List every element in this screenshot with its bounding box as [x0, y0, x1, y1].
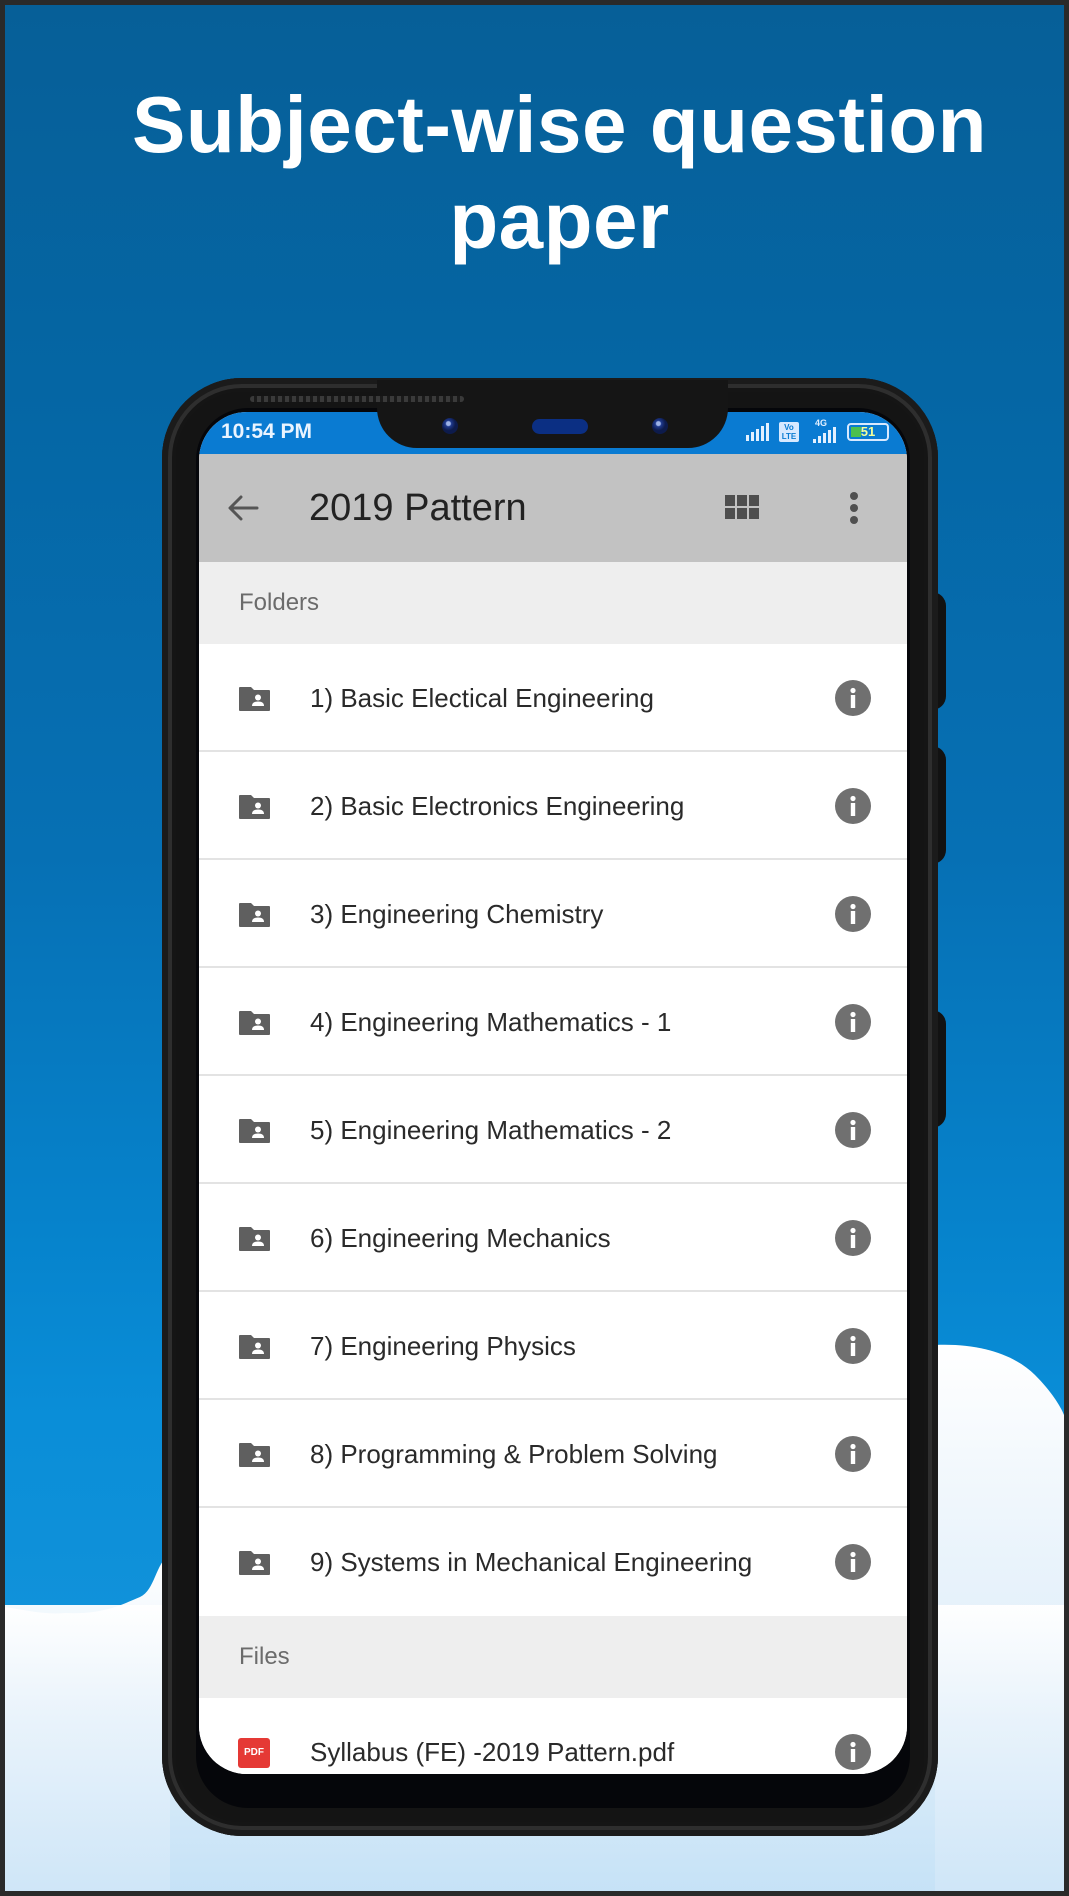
- folder-list-item[interactable]: 5) Engineering Mathematics - 2: [199, 1076, 907, 1184]
- folder-name: 5) Engineering Mathematics - 2: [310, 1115, 672, 1145]
- signal-4g-bars-icon: [813, 425, 836, 443]
- shared-folder-icon: [239, 1227, 270, 1251]
- more-options-button[interactable]: [839, 488, 869, 528]
- file-list-item[interactable]: PDF Syllabus (FE) -2019 Pattern.pdf: [199, 1698, 907, 1774]
- shared-folder-icon: [239, 1119, 270, 1143]
- folder-list-item[interactable]: 4) Engineering Mathematics - 1: [199, 968, 907, 1076]
- more-vert-icon: [850, 492, 858, 524]
- front-camera-right: [652, 418, 668, 434]
- volte-label-bottom: LTE: [781, 432, 797, 441]
- folders-section-header: Folders: [199, 562, 907, 644]
- promo-headline-line1: Subject-wise question: [131, 80, 988, 169]
- file-browser-list: Folders 1) Basic Electical Engineering 2…: [199, 562, 907, 1774]
- shared-folder-icon: [239, 1335, 270, 1359]
- grid-view-icon: [725, 495, 759, 519]
- files-section-header: Files: [199, 1616, 907, 1698]
- folder-name: 1) Basic Electical Engineering: [310, 683, 654, 713]
- info-icon[interactable]: [835, 1112, 871, 1148]
- info-icon[interactable]: [835, 1004, 871, 1040]
- page-title: 2019 Pattern: [309, 487, 527, 529]
- view-toggle-button[interactable]: [723, 492, 763, 524]
- app-toolbar: 2019 Pattern: [199, 454, 907, 562]
- info-icon[interactable]: [835, 1328, 871, 1364]
- info-icon[interactable]: [835, 1544, 871, 1580]
- folder-name: 8) Programming & Problem Solving: [310, 1439, 718, 1469]
- folder-list-item[interactable]: 9) Systems in Mechanical Engineering: [199, 1508, 907, 1616]
- folder-list-item[interactable]: 1) Basic Electical Engineering: [199, 644, 907, 752]
- folder-name: 4) Engineering Mathematics - 1: [310, 1007, 672, 1037]
- folder-list-item[interactable]: 6) Engineering Mechanics: [199, 1184, 907, 1292]
- back-button[interactable]: [223, 488, 263, 528]
- volte-label-top: Vo: [784, 423, 794, 432]
- status-time: 10:54 PM: [221, 420, 313, 443]
- folder-name: 7) Engineering Physics: [310, 1331, 576, 1361]
- promo-headline-line2: paper: [449, 176, 670, 265]
- pdf-icon: PDF: [238, 1738, 270, 1768]
- folder-list: 1) Basic Electical Engineering 2) Basic …: [199, 644, 907, 1616]
- shared-folder-icon: [239, 903, 270, 927]
- front-camera-left: [442, 418, 458, 434]
- shared-folder-icon: [239, 687, 270, 711]
- info-icon[interactable]: [835, 1220, 871, 1256]
- arrow-back-icon: [228, 495, 259, 521]
- folder-list-item[interactable]: 7) Engineering Physics: [199, 1292, 907, 1400]
- folder-list-item[interactable]: 3) Engineering Chemistry: [199, 860, 907, 968]
- info-icon[interactable]: [835, 1436, 871, 1472]
- signal-icon: [746, 423, 769, 441]
- phone-screen: 10:54 PM Vo LTE 4G 51 2019 Pattern Folde…: [199, 412, 907, 1774]
- network-4g-icon: 4G: [809, 418, 837, 443]
- shared-folder-icon: [239, 1551, 270, 1575]
- shared-folder-icon: [239, 1443, 270, 1467]
- folder-name: 3) Engineering Chemistry: [310, 899, 604, 929]
- folder-list-item[interactable]: 8) Programming & Problem Solving: [199, 1400, 907, 1508]
- phone-speaker-grille: [250, 396, 464, 402]
- file-list: PDF Syllabus (FE) -2019 Pattern.pdf: [199, 1698, 907, 1774]
- info-icon[interactable]: [835, 896, 871, 932]
- shared-folder-icon: [239, 1011, 270, 1035]
- info-icon[interactable]: [835, 1734, 871, 1770]
- shared-folder-icon: [239, 795, 270, 819]
- info-icon[interactable]: [835, 680, 871, 716]
- volte-icon: Vo LTE: [779, 422, 799, 442]
- folder-name: 9) Systems in Mechanical Engineering: [310, 1547, 753, 1577]
- battery-level: 51: [860, 424, 876, 439]
- file-name: Syllabus (FE) -2019 Pattern.pdf: [310, 1737, 675, 1767]
- folder-name: 6) Engineering Mechanics: [310, 1223, 611, 1253]
- info-icon[interactable]: [835, 788, 871, 824]
- phone-notch: [377, 380, 728, 448]
- front-sensor-pill: [532, 419, 588, 434]
- promo-headline: Subject-wise question paper: [5, 77, 1064, 269]
- status-icons: Vo LTE 4G 51: [746, 418, 889, 443]
- folder-name: 2) Basic Electronics Engineering: [310, 791, 685, 821]
- folder-list-item[interactable]: 2) Basic Electronics Engineering: [199, 752, 907, 860]
- battery-icon: 51: [847, 423, 889, 441]
